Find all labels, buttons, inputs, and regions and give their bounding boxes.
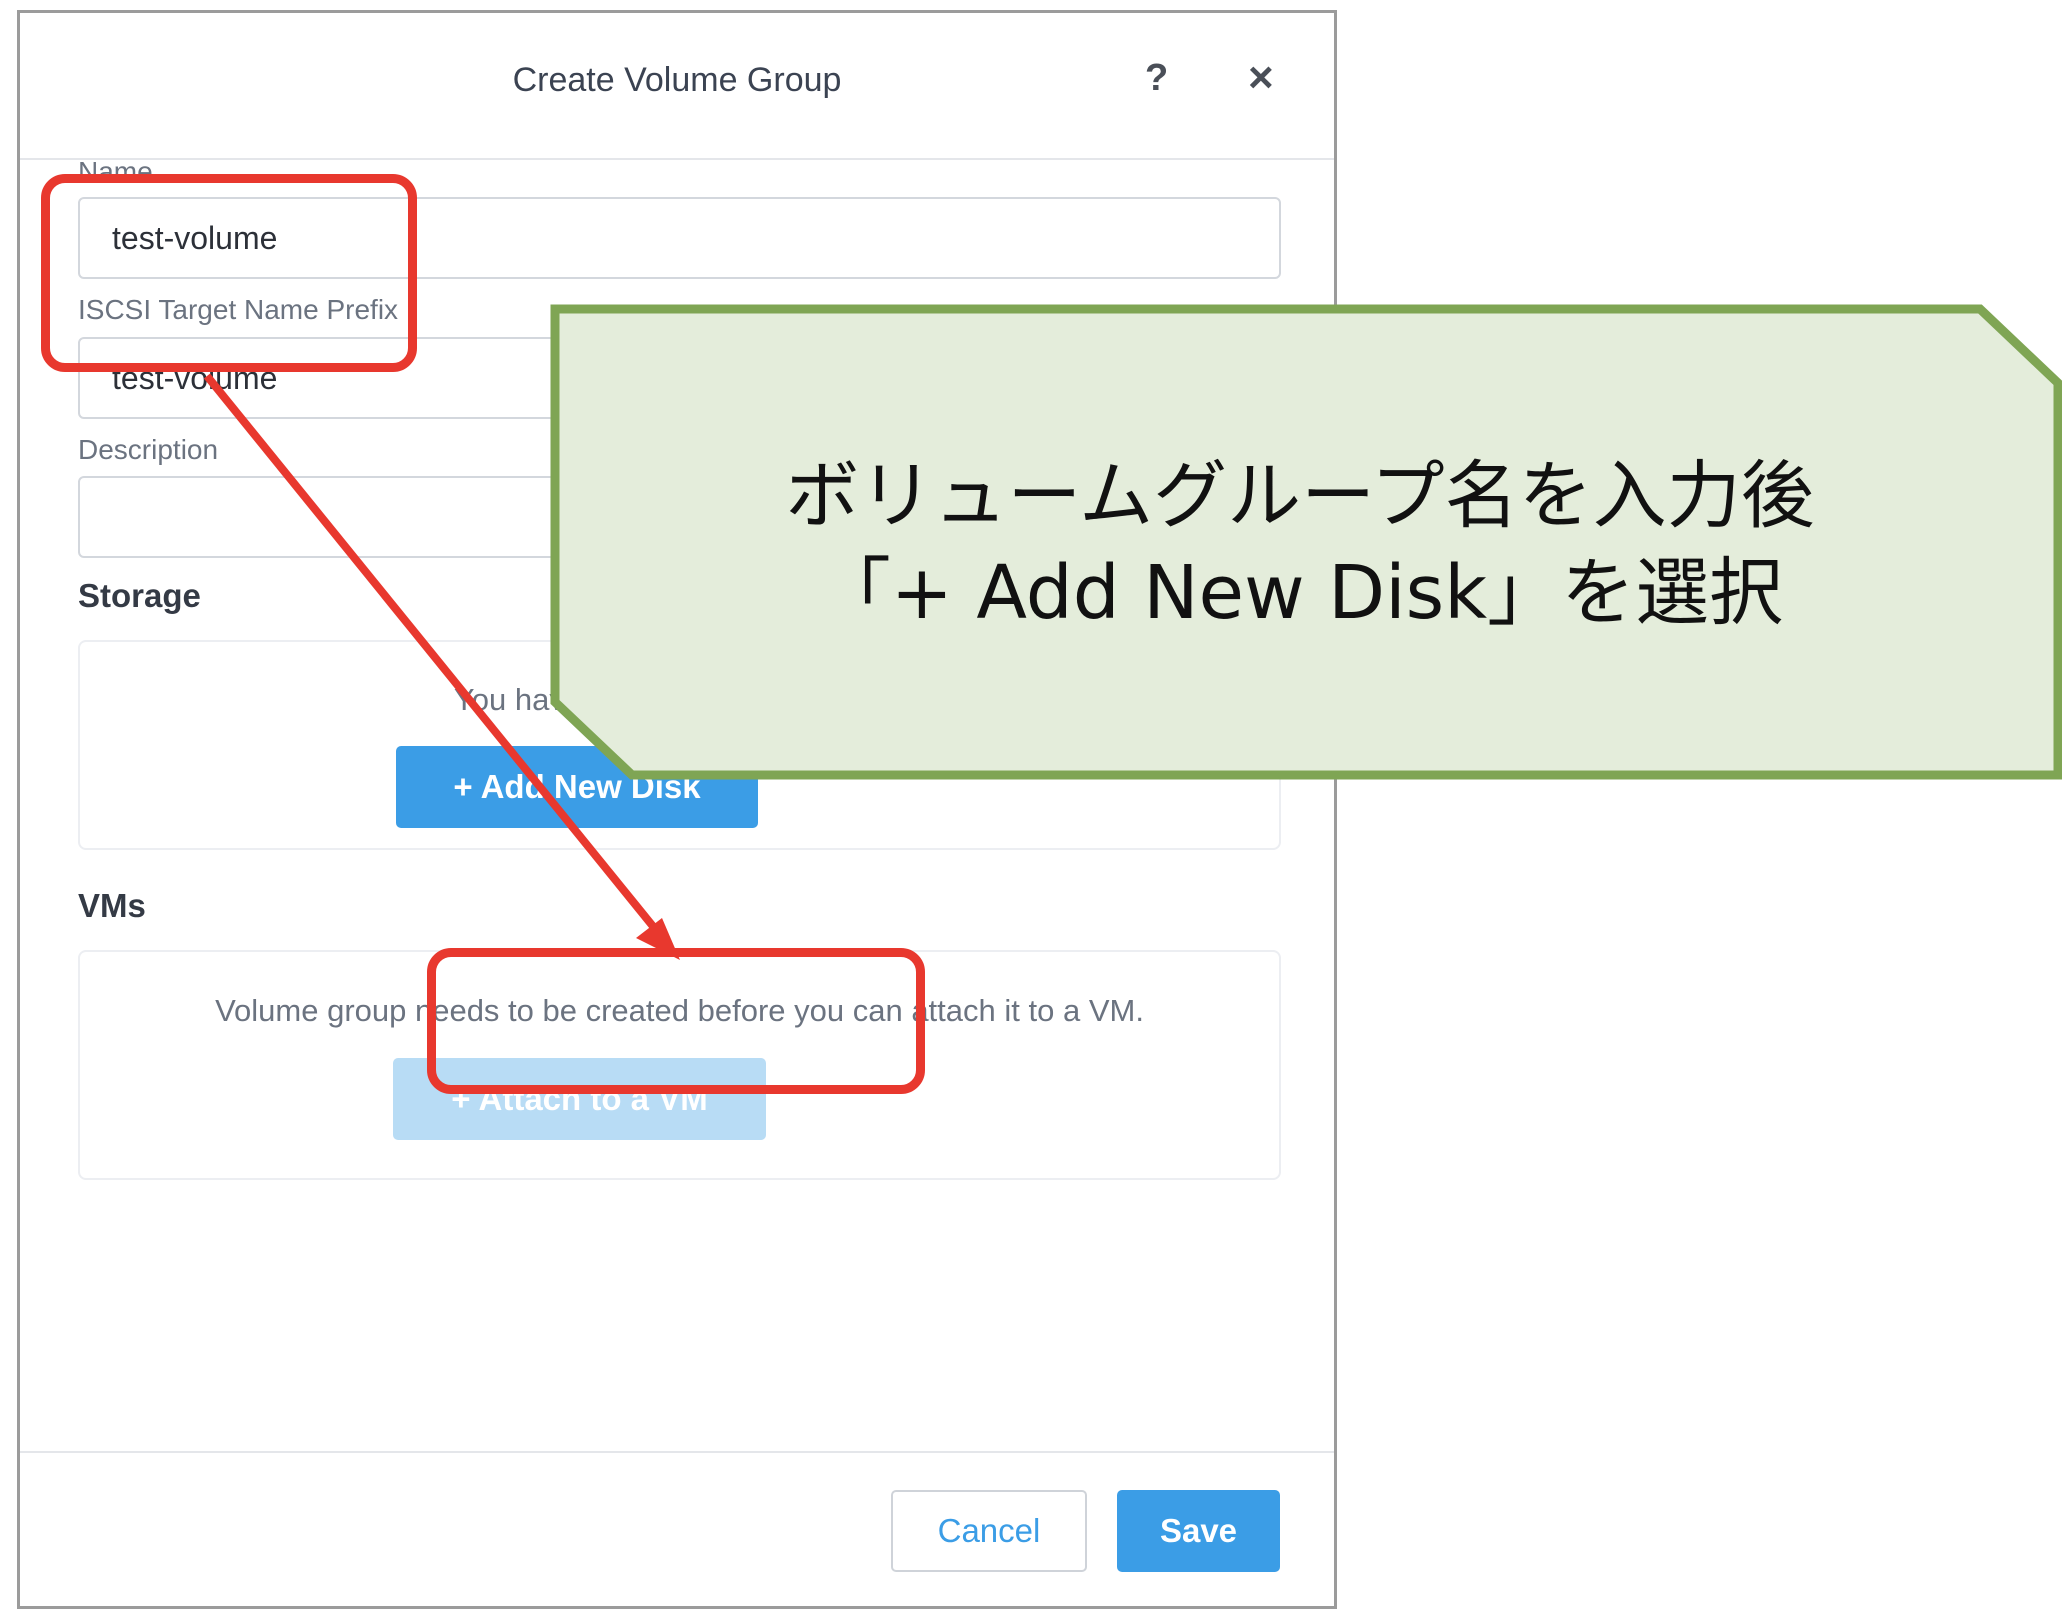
annotation-line-2: 「+ Add New Disk」を選択 — [816, 550, 1784, 636]
storage-section-title: Storage — [78, 577, 201, 614]
annotation-line-1: ボリュームグループ名を入力後 — [785, 453, 1815, 539]
save-button[interactable]: Save — [1117, 1490, 1280, 1572]
dialog-footer: Cancel Save — [20, 1451, 1334, 1606]
help-icon[interactable]: ? — [1145, 57, 1168, 100]
storage-empty-text: You haven't added any disks yet. — [453, 682, 906, 717]
close-icon[interactable]: × — [1248, 53, 1274, 103]
name-highlight-box — [41, 174, 417, 372]
description-label: Description — [78, 434, 219, 465]
dialog-header: Create Volume Group ? × — [20, 13, 1334, 160]
storage-panel: You haven't added any disks yet. + Add N… — [78, 640, 1281, 850]
cancel-button[interactable]: Cancel — [891, 1490, 1087, 1572]
add-new-disk-button[interactable]: + Add New Disk — [396, 746, 758, 828]
vms-section-title: VMs — [78, 887, 146, 924]
add-disk-highlight-box — [427, 948, 925, 1094]
dialog-title: Create Volume Group — [512, 61, 842, 99]
